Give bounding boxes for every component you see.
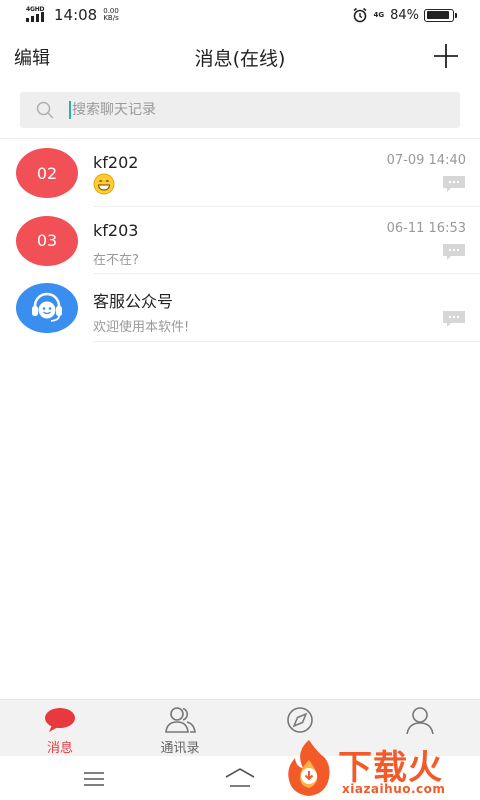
message-icon[interactable] xyxy=(442,310,466,328)
cellular-signal-icon: 4GHD xyxy=(26,6,46,24)
chat-item-kf202[interactable]: 02 kf202 07-09 14:40 xyxy=(0,139,480,207)
profile-icon xyxy=(406,707,434,735)
chat-item-kf203[interactable]: 03 kf203 06-11 16:53 在不在? xyxy=(0,207,480,274)
page-title: 消息(在线) xyxy=(194,48,286,70)
add-icon[interactable] xyxy=(432,42,460,70)
avatar: 03 xyxy=(16,215,78,266)
search-bar[interactable] xyxy=(20,92,460,128)
chat-time: 06-11 16:53 xyxy=(386,220,466,236)
search-icon xyxy=(36,101,54,119)
home-icon[interactable] xyxy=(223,766,257,790)
grinning-emoji-icon xyxy=(93,173,115,195)
status-left: 4GHD 14:08 0.00 KB/s xyxy=(26,6,119,24)
top-header: 编辑 消息(在线) xyxy=(0,30,480,84)
avatar-text: 02 xyxy=(36,163,58,183)
divider xyxy=(93,340,480,342)
status-bar: 4GHD 14:08 0.00 KB/s 4G 84% xyxy=(0,0,480,30)
chat-name: kf202 xyxy=(93,153,139,172)
watermark: 下载火 xiazaihuo.com xyxy=(284,738,480,800)
chat-preview: 欢迎使用本软件! xyxy=(93,320,190,335)
chat-time: 07-09 14:40 xyxy=(386,153,466,168)
avatar xyxy=(16,283,78,333)
status-time: 14:08 xyxy=(54,6,98,24)
status-right: 4G 84% xyxy=(352,6,457,24)
chat-name: kf203 xyxy=(93,220,139,240)
battery-percent: 84% xyxy=(390,7,419,23)
message-bubble-icon xyxy=(45,708,75,732)
avatar-text: 03 xyxy=(36,231,58,250)
network-4g-label: 4G xyxy=(373,10,385,19)
message-icon[interactable] xyxy=(442,175,466,193)
message-icon[interactable] xyxy=(442,243,466,261)
edit-button[interactable]: 编辑 xyxy=(14,44,50,70)
network-speed: 0.00 KB/s xyxy=(103,8,119,22)
chat-list: 02 kf202 07-09 14:40 03 kf203 06-11 16:5… xyxy=(0,139,480,342)
menu-icon[interactable] xyxy=(82,770,106,788)
chat-name: 客服公众号 xyxy=(93,292,174,311)
tab-contacts[interactable]: 通讯录 xyxy=(120,700,240,756)
chat-item-service-account[interactable]: 客服公众号 欢迎使用本软件! xyxy=(0,274,480,342)
compass-icon xyxy=(287,707,313,733)
chat-preview: 在不在? xyxy=(93,252,139,268)
flame-logo-icon xyxy=(288,740,330,796)
customer-service-headset-icon xyxy=(32,292,62,322)
search-input[interactable] xyxy=(69,101,429,119)
contacts-icon xyxy=(165,707,196,733)
tab-label: 通讯录 xyxy=(160,741,200,756)
tab-messages[interactable]: 消息 xyxy=(0,700,120,756)
watermark-domain: xiazaihuo.com xyxy=(342,782,446,796)
battery-icon xyxy=(424,8,457,22)
alarm-clock-icon xyxy=(353,7,367,23)
tab-label: 消息 xyxy=(46,741,73,756)
avatar: 02 xyxy=(16,148,78,198)
network-speed-unit: KB/s xyxy=(103,14,119,22)
